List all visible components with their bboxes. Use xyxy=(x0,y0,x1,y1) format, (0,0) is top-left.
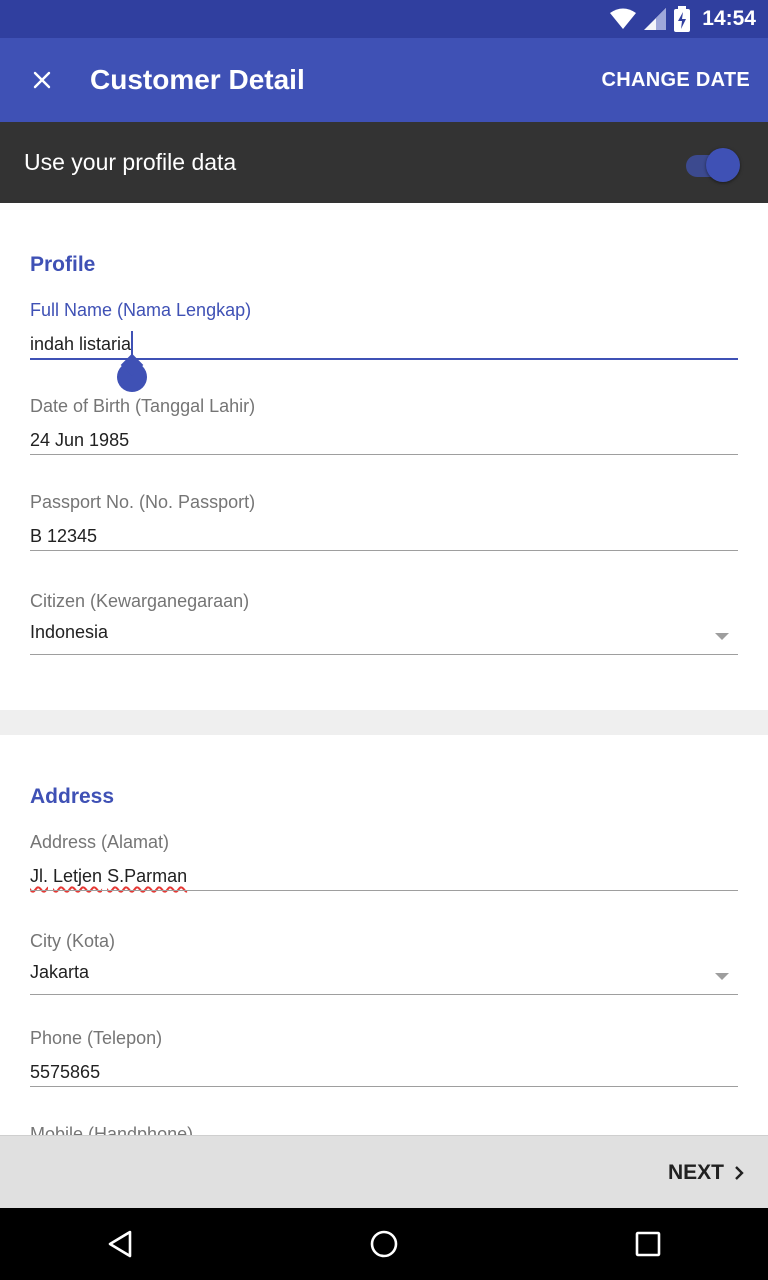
profile-card: Profile Full Name (Nama Lengkap) indah l… xyxy=(0,203,768,710)
battery-charging-icon xyxy=(674,6,691,32)
cursor-handle[interactable] xyxy=(117,362,147,392)
system-nav-bar xyxy=(0,1208,768,1280)
back-icon xyxy=(108,1230,132,1258)
city-label: City (Kota) xyxy=(30,931,116,951)
close-button[interactable] xyxy=(22,60,62,100)
bottom-action-bar: NEXT xyxy=(0,1135,768,1208)
city-underline xyxy=(30,994,738,995)
change-date-button[interactable]: CHANGE DATE xyxy=(602,38,751,122)
status-icons: 14:54 xyxy=(610,0,756,38)
recents-button[interactable] xyxy=(608,1208,688,1280)
phone-input[interactable]: 5575865 xyxy=(30,1062,100,1083)
address-word: Jl. xyxy=(30,866,48,886)
close-icon xyxy=(33,71,51,89)
full-name-label: Full Name (Nama Lengkap) xyxy=(30,300,252,320)
passport-input[interactable]: B 12345 xyxy=(30,526,97,547)
address-word: S.Parman xyxy=(107,866,188,886)
wifi-icon xyxy=(610,8,637,29)
mobile-label: Mobile (Handphone) xyxy=(30,1124,194,1135)
phone-label: Phone (Telepon) xyxy=(30,1028,163,1048)
back-button[interactable] xyxy=(80,1208,160,1280)
app-bar: Customer Detail CHANGE DATE xyxy=(0,38,768,122)
chevron-down-icon[interactable] xyxy=(715,633,729,640)
dob-underline xyxy=(30,454,738,455)
next-button[interactable]: NEXT xyxy=(668,1136,744,1209)
address-word: Letjen xyxy=(53,866,103,886)
profile-section-title: Profile xyxy=(30,253,96,276)
profile-data-bar: Use your profile data xyxy=(0,122,768,203)
next-label: NEXT xyxy=(667,1160,724,1184)
status-bar: 14:54 xyxy=(0,0,768,38)
chevron-right-icon xyxy=(735,1165,744,1180)
citizen-label: Citizen (Kewarganegaraan) xyxy=(30,591,250,611)
dob-field[interactable]: 24 Jun 1985 xyxy=(30,430,129,451)
address-card: Address Address (Alamat) Jl. Letjen S.Pa… xyxy=(0,735,768,1135)
address-underline xyxy=(30,890,738,891)
address-input[interactable]: Jl. Letjen S.Parman xyxy=(30,866,187,887)
signal-icon xyxy=(644,8,667,30)
page-title: Customer Detail xyxy=(90,64,305,95)
phone-underline xyxy=(30,1086,738,1087)
citizen-underline xyxy=(30,654,738,655)
passport-underline xyxy=(30,550,738,551)
home-icon xyxy=(370,1230,398,1258)
city-select[interactable]: Jakarta xyxy=(30,962,89,983)
dob-label: Date of Birth (Tanggal Lahir) xyxy=(30,396,256,416)
home-button[interactable] xyxy=(344,1208,424,1280)
recents-icon xyxy=(635,1231,661,1257)
switch-thumb xyxy=(706,148,740,182)
status-time: 14:54 xyxy=(702,7,756,30)
citizen-select[interactable]: Indonesia xyxy=(30,622,108,643)
passport-label: Passport No. (No. Passport) xyxy=(30,492,256,512)
address-section-title: Address xyxy=(30,785,115,808)
address-label: Address (Alamat) xyxy=(30,832,170,852)
chevron-down-icon[interactable] xyxy=(715,973,729,980)
full-name-input[interactable]: indah listaria xyxy=(30,334,131,355)
profile-data-label: Use your profile data xyxy=(24,149,237,175)
text-cursor xyxy=(131,331,133,355)
